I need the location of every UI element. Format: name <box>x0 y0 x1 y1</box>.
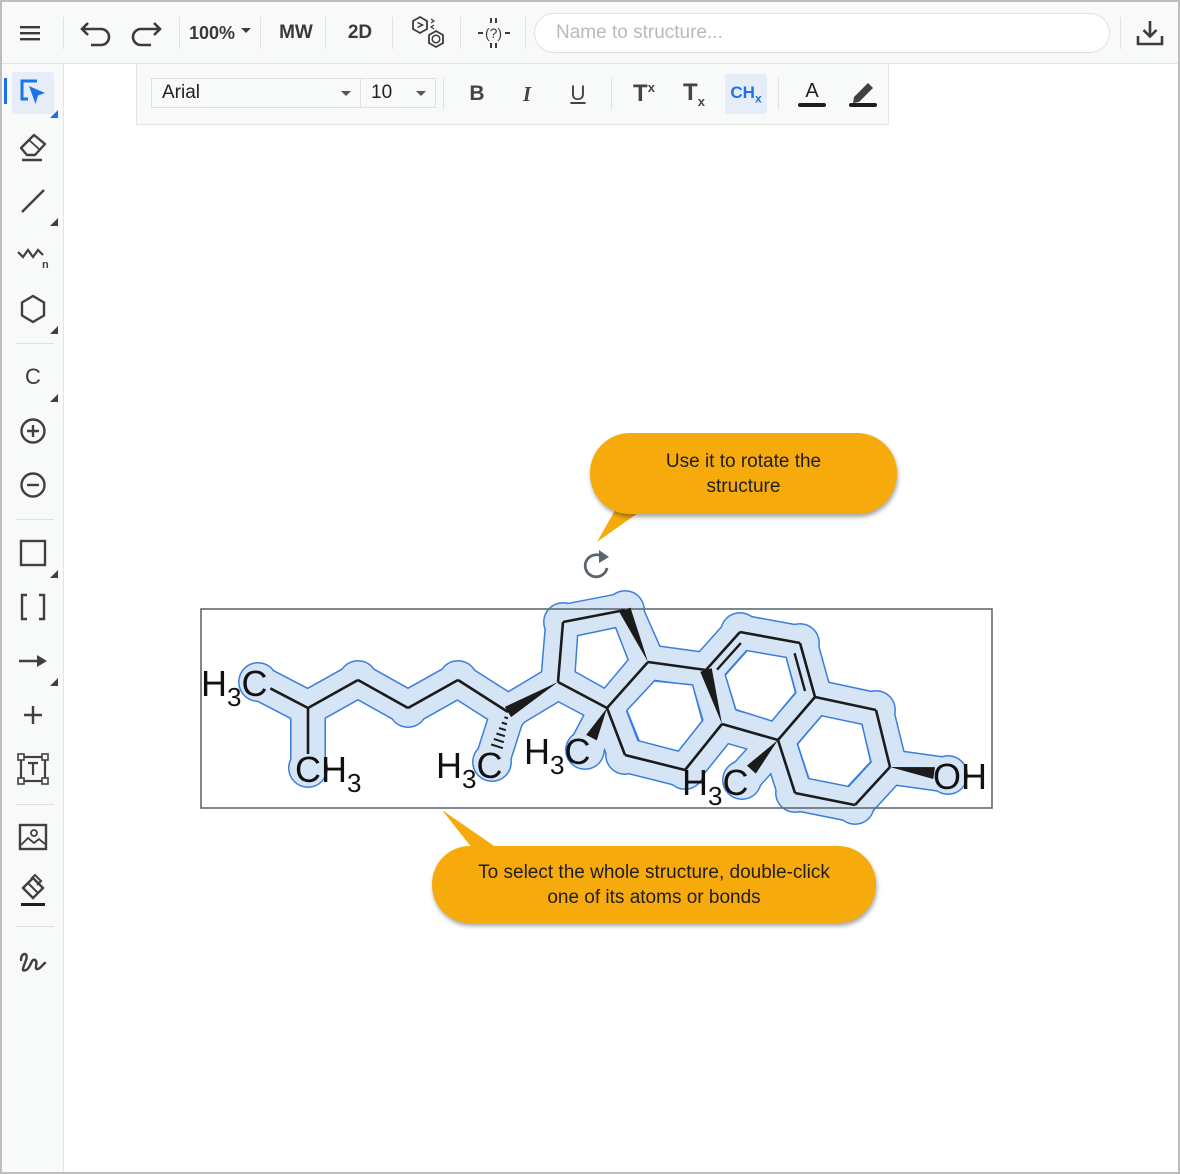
bond-hash-stroke <box>504 716 509 720</box>
rotate-handle[interactable] <box>583 550 609 579</box>
atom-label-methyl-left[interactable]: H3C <box>201 663 267 712</box>
atom-label-methyl-c19[interactable]: H3C <box>682 762 748 811</box>
atom-label-methyl-c20[interactable]: H3C <box>436 745 502 794</box>
select-hint-callout: To select the whole structure, double-cl… <box>432 846 876 923</box>
atom-label-methyl-branch[interactable]: CH3 <box>295 749 361 798</box>
rotate-icon <box>583 550 609 579</box>
atom-label-hydroxyl[interactable]: OH <box>933 756 987 797</box>
structure-drawing[interactable]: H3C CH3 H3C H3C H3C OH <box>2 2 1178 1172</box>
rotate-hint-callout: Use it to rotate the structure <box>590 433 897 514</box>
rotate-hint-text: Use it to rotate the structure <box>665 450 822 497</box>
callout-tail-select <box>442 810 500 850</box>
atom-label-methyl-c18[interactable]: H3C <box>524 731 590 780</box>
editor-window: 100% MW 2D (?) Name to structure... n C … <box>2 2 1178 1172</box>
select-hint-text: To select the whole structure, double-cl… <box>478 861 830 908</box>
